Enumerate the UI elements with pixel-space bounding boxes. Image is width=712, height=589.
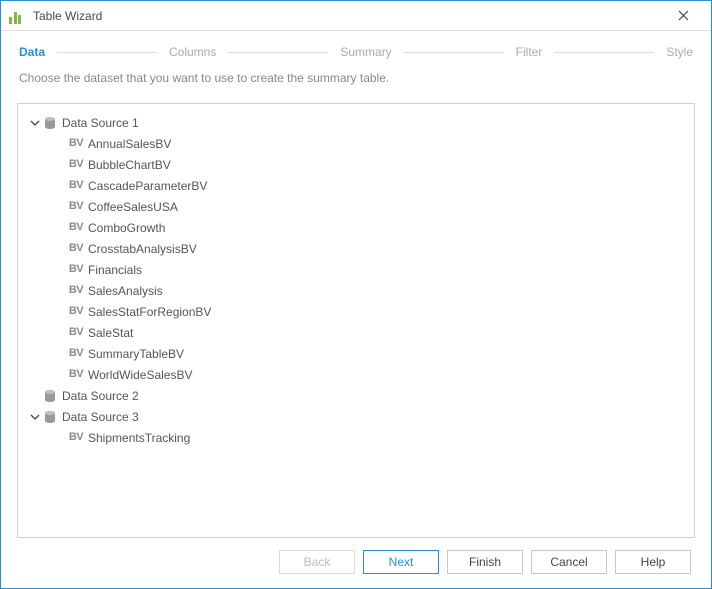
tree-dataset-node[interactable]: BV CascadeParameterBV — [24, 175, 688, 196]
step-summary[interactable]: Summary — [340, 45, 391, 59]
tree-dataset-node[interactable]: BV CrosstabAnalysisBV — [24, 238, 688, 259]
tree-node-label: Data Source 1 — [62, 116, 139, 130]
database-icon — [42, 115, 58, 131]
expander-blank — [54, 137, 68, 151]
expander-blank — [54, 368, 68, 382]
expander-blank — [54, 179, 68, 193]
chevron-down-icon[interactable] — [28, 116, 42, 130]
tree-node-label: SalesStatForRegionBV — [88, 305, 211, 319]
tree-node-label: CoffeeSalesUSA — [88, 200, 178, 214]
bv-icon: BV — [68, 367, 84, 383]
close-button[interactable] — [663, 2, 703, 30]
bv-icon: BV — [68, 283, 84, 299]
close-icon — [678, 10, 689, 21]
tree-dataset-node[interactable]: BV AnnualSalesBV — [24, 133, 688, 154]
tree-datasource-node[interactable]: Data Source 2 — [24, 385, 688, 406]
tree-node-label: Financials — [88, 263, 142, 277]
step-filter[interactable]: Filter — [516, 45, 543, 59]
step-style[interactable]: Style — [666, 45, 693, 59]
bv-icon: BV — [68, 136, 84, 152]
tree-dataset-node[interactable]: BV BubbleChartBV — [24, 154, 688, 175]
expander-blank — [54, 158, 68, 172]
tree-node-label: ComboGrowth — [88, 221, 165, 235]
bv-icon: BV — [68, 178, 84, 194]
cancel-button[interactable]: Cancel — [531, 550, 607, 574]
wizard-steps: Data Columns Summary Filter Style — [17, 45, 695, 59]
bv-icon: BV — [68, 241, 84, 257]
expander-blank — [54, 305, 68, 319]
expander-blank — [54, 347, 68, 361]
bv-icon: BV — [68, 157, 84, 173]
tree-dataset-node[interactable]: BV SummaryTableBV — [24, 343, 688, 364]
tree-node-label: SalesAnalysis — [88, 284, 163, 298]
tree-node-label: Data Source 2 — [62, 389, 139, 403]
expander-blank — [54, 221, 68, 235]
tree-node-label: CascadeParameterBV — [88, 179, 207, 193]
tree-dataset-node[interactable]: BV SaleStat — [24, 322, 688, 343]
tree-node-label: Data Source 3 — [62, 410, 139, 424]
tree-dataset-node[interactable]: BV ShipmentsTracking — [24, 427, 688, 448]
tree-node-label: WorldWideSalesBV — [88, 368, 192, 382]
tree-node-label: AnnualSalesBV — [88, 137, 171, 151]
bv-icon: BV — [68, 304, 84, 320]
tree-node-label: SaleStat — [88, 326, 133, 340]
wizard-button-row: Back Next Finish Cancel Help — [17, 538, 695, 578]
tree-dataset-node[interactable]: BV Financials — [24, 259, 688, 280]
step-separator — [554, 52, 654, 53]
window-title: Table Wizard — [33, 9, 663, 23]
help-button[interactable]: Help — [615, 550, 691, 574]
tree-dataset-node[interactable]: BV CoffeeSalesUSA — [24, 196, 688, 217]
database-icon — [42, 409, 58, 425]
finish-button[interactable]: Finish — [447, 550, 523, 574]
expander-blank — [28, 389, 42, 403]
tree-node-label: CrosstabAnalysisBV — [88, 242, 197, 256]
bv-icon: BV — [68, 199, 84, 215]
wizard-window: Table Wizard Data Columns Summary Filter… — [0, 0, 712, 589]
expander-blank — [54, 200, 68, 214]
bv-icon: BV — [68, 346, 84, 362]
titlebar: Table Wizard — [1, 1, 711, 31]
expander-blank — [54, 263, 68, 277]
step-separator — [228, 52, 328, 53]
expander-blank — [54, 242, 68, 256]
tree-node-label: BubbleChartBV — [88, 158, 171, 172]
tree-dataset-node[interactable]: BV SalesStatForRegionBV — [24, 301, 688, 322]
bv-icon: BV — [68, 325, 84, 341]
expander-blank — [54, 284, 68, 298]
expander-blank — [54, 431, 68, 445]
content-area: Data Columns Summary Filter Style Choose… — [1, 31, 711, 588]
next-button[interactable]: Next — [363, 550, 439, 574]
tree-node-label: SummaryTableBV — [88, 347, 184, 361]
bv-icon: BV — [68, 430, 84, 446]
step-columns[interactable]: Columns — [169, 45, 216, 59]
step-separator — [404, 52, 504, 53]
step-separator — [57, 52, 157, 53]
tree-dataset-node[interactable]: BV SalesAnalysis — [24, 280, 688, 301]
tree-node-label: ShipmentsTracking — [88, 431, 190, 445]
bv-icon: BV — [68, 262, 84, 278]
tree-dataset-node[interactable]: BV WorldWideSalesBV — [24, 364, 688, 385]
chevron-down-icon[interactable] — [28, 410, 42, 424]
tree-dataset-node[interactable]: BV ComboGrowth — [24, 217, 688, 238]
step-data[interactable]: Data — [19, 45, 45, 59]
app-icon — [9, 8, 25, 24]
bv-icon: BV — [68, 220, 84, 236]
database-icon — [42, 388, 58, 404]
datasource-tree[interactable]: Data Source 1 BV AnnualSalesBV BV BubbleCh… — [17, 103, 695, 538]
expander-blank — [54, 326, 68, 340]
step-description: Choose the dataset that you want to use … — [17, 71, 695, 85]
tree-datasource-node[interactable]: Data Source 3 — [24, 406, 688, 427]
back-button: Back — [279, 550, 355, 574]
tree-datasource-node[interactable]: Data Source 1 — [24, 112, 688, 133]
